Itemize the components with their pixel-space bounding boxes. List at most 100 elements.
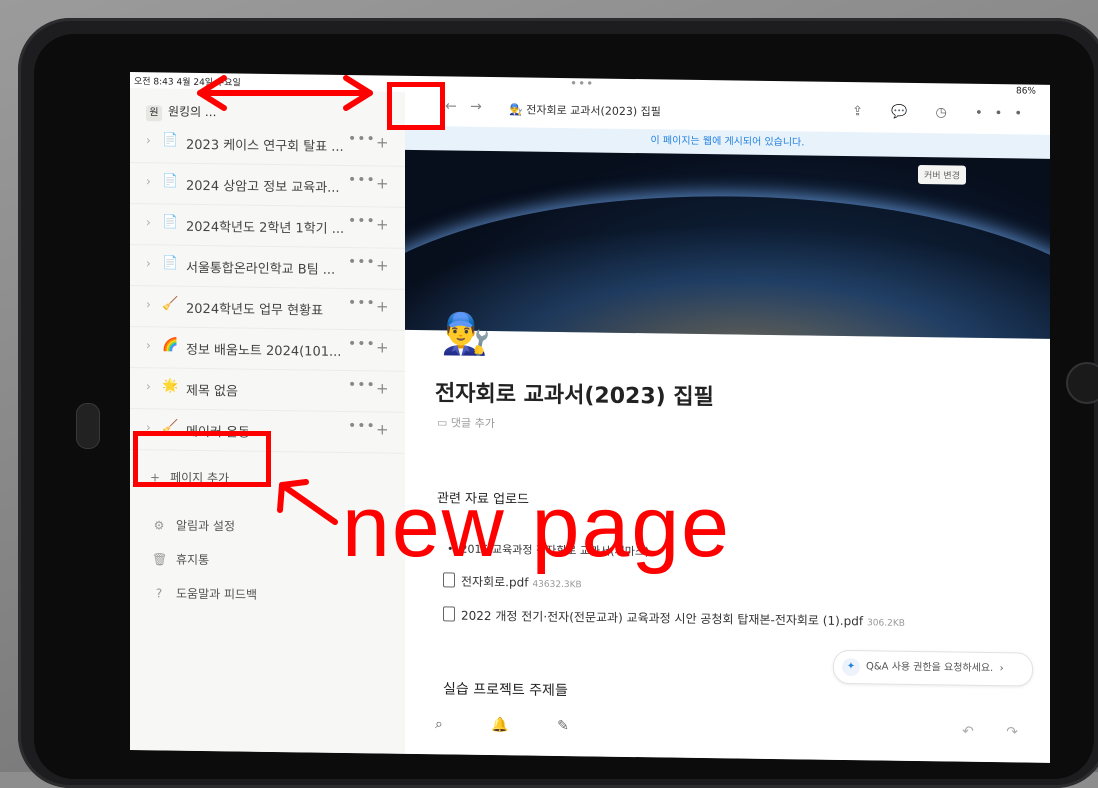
breadcrumb[interactable]: 👨‍🔧 전자회로 교과서(2023) 집필: [509, 101, 661, 119]
sidebar-page-item[interactable]: › 🌈 정보 배움노트 2024(101... ••• +: [130, 327, 405, 372]
chevron-right-icon[interactable]: ›: [146, 420, 151, 434]
file-attachment[interactable]: 전자회로.pdf 43632.3KB: [443, 572, 582, 591]
add-page-button[interactable]: + 페이지 추가: [150, 468, 229, 486]
page-icon: 📄: [162, 255, 179, 271]
sidebar-page-label: 정보 배움노트 2024(101...: [186, 342, 342, 360]
page-icon: 📄: [162, 132, 179, 148]
qa-label: Q&A 사용 권한을 요청하세요.: [866, 661, 994, 675]
more-icon[interactable]: •••: [348, 213, 376, 229]
section-heading[interactable]: 관련 자료 업로드: [437, 487, 529, 507]
add-subpage-icon[interactable]: +: [376, 420, 389, 438]
sidebar-page-item[interactable]: › 📄 2024 상암고 정보 교육과... ••• +: [130, 163, 405, 208]
add-subpage-icon[interactable]: +: [376, 133, 389, 151]
more-icon[interactable]: •••: [348, 377, 376, 393]
chevron-right-icon[interactable]: ›: [146, 256, 151, 270]
sidebar-page-item[interactable]: › 🌟 제목 없음 ••• +: [130, 368, 405, 413]
sidebar-page-label: 메이커 운동: [186, 424, 250, 441]
chevron-right-icon: ›: [993, 663, 1004, 675]
sidebar-page-label: 2024학년도 업무 현황표: [186, 301, 324, 319]
forward-arrow-icon[interactable]: →: [470, 99, 482, 115]
sidebar-page-item[interactable]: › 📄 서울통합온라인학교 B팀 ... ••• +: [130, 245, 405, 290]
add-subpage-icon[interactable]: +: [376, 174, 389, 192]
page-icon: 📄: [162, 214, 179, 230]
toolbar-actions[interactable]: ⇪ 💬 ◷ •••: [852, 104, 1034, 122]
sidebar: 원 원킹의 ... › 📄 2023 케이스 연구회 탈표 ... ••• + ›…: [130, 88, 405, 754]
more-icon[interactable]: •••: [348, 418, 376, 434]
add-subpage-icon[interactable]: +: [376, 215, 389, 233]
sparkle-icon: ✦: [842, 657, 860, 677]
sidebar-page-label: 2023 케이스 연구회 탈표 ...: [186, 137, 344, 155]
help-icon: ?: [155, 586, 163, 601]
plus-icon: +: [150, 470, 161, 485]
settings-label: 알림과 설정: [176, 518, 236, 534]
add-subpage-icon[interactable]: +: [376, 379, 389, 397]
add-subpage-icon[interactable]: +: [376, 297, 389, 315]
main-content: ← → 👨‍🔧 전자회로 교과서(2023) 집필 ⇪ 💬 ◷ ••• 이 페이…: [405, 91, 1050, 763]
add-subpage-icon[interactable]: +: [376, 256, 389, 274]
section-heading[interactable]: 실습 프로젝트 주제들: [443, 678, 568, 700]
help-link[interactable]: ? 도움말과 피드백: [152, 584, 257, 602]
trash-icon: 🗑: [152, 552, 168, 567]
gear-icon: ⚙: [153, 518, 165, 533]
more-icon[interactable]: •••: [348, 172, 376, 188]
qa-permission-button[interactable]: ✦ Q&A 사용 권한을 요청하세요. ›: [833, 649, 1033, 687]
multitask-handle[interactable]: •••: [570, 76, 594, 90]
battery-status: 86%: [1015, 86, 1036, 97]
bullet-text: 2015 교육과정 전자회로 교과서(씨마스): [460, 542, 650, 559]
trash-label: 휴지통: [176, 552, 210, 568]
page-emoji-icon[interactable]: 👨‍🔧: [441, 310, 491, 358]
sidebar-page-item[interactable]: › 📄 2023 케이스 연구회 탈표 ... ••• +: [130, 122, 405, 167]
cover-image: 커버 변경: [405, 149, 1050, 339]
comment-icon: ▭: [437, 416, 451, 430]
chevron-right-icon[interactable]: ›: [146, 215, 151, 229]
sidebar-page-label: 서울통합온라인학교 B팀 ...: [186, 260, 336, 278]
trash-link[interactable]: 🗑 휴지통: [152, 550, 209, 568]
chevron-right-icon[interactable]: ›: [146, 133, 151, 147]
star-icon: 🌟: [162, 378, 179, 394]
sidebar-page-item[interactable]: › 🧹 메이커 운동 ••• +: [130, 409, 405, 454]
sidebar-page-label: 2024 상암고 정보 교육과...: [186, 178, 340, 196]
change-cover-button[interactable]: 커버 변경: [918, 165, 966, 185]
undo-redo-icons[interactable]: ↶ ↷: [962, 724, 1032, 741]
add-comment-label: 댓글 추가: [450, 416, 495, 431]
case-button: [76, 403, 100, 449]
back-arrow-icon[interactable]: ←: [445, 98, 457, 114]
more-icon[interactable]: •••: [348, 295, 376, 311]
sidebar-page-item[interactable]: › 🧹 2024학년도 업무 현황표 ••• +: [130, 286, 405, 331]
status-time: 오전 8:43 4월 24일 수요일: [134, 77, 241, 89]
bullet-item[interactable]: • 2015 교육과정 전자회로 교과서(씨마스): [447, 540, 649, 559]
broom-icon: 🧹: [162, 296, 179, 312]
file-icon: [443, 606, 455, 622]
file-size: 43632.3KB: [532, 579, 582, 591]
chevron-right-icon[interactable]: ›: [146, 174, 151, 188]
file-name: 2022 개정 전기·전자(전문교과) 교육과정 시안 공청회 탑재본-전자회로…: [461, 608, 864, 629]
file-name: 전자회로.pdf: [461, 574, 529, 590]
page-icon: 📄: [162, 173, 179, 189]
page-title[interactable]: 전자회로 교과서(2023) 집필: [435, 375, 714, 411]
file-attachment[interactable]: 2022 개정 전기·전자(전문교과) 교육과정 시안 공청회 탑재본-전자회로…: [443, 606, 905, 629]
workspace-switcher[interactable]: 원 원킹의 ...: [146, 102, 216, 122]
chevron-right-icon[interactable]: ›: [146, 379, 151, 393]
earth-horizon: [405, 191, 1050, 339]
add-subpage-icon[interactable]: +: [376, 338, 389, 356]
settings-link[interactable]: ⚙ 알림과 설정: [152, 516, 235, 534]
chevron-right-icon[interactable]: ›: [146, 297, 151, 311]
bottom-toolbar: ⌕ 🔔 ✎ ↶ ↷: [405, 710, 1050, 749]
workspace-name: 원킹의 ...: [168, 104, 217, 120]
sidebar-page-item[interactable]: › 📄 2024학년도 2학년 1학기 ... ••• +: [130, 204, 405, 249]
add-comment-button[interactable]: ▭ 댓글 추가: [437, 414, 495, 431]
chevron-right-icon[interactable]: ›: [146, 338, 151, 352]
mechanic-icon: 👨‍🔧: [509, 103, 523, 117]
sidebar-page-label: 2024학년도 2학년 1학기 ...: [186, 219, 345, 237]
workspace-badge: 원: [146, 105, 162, 122]
page-tree: › 📄 2023 케이스 연구회 탈표 ... ••• + › 📄 2024 상…: [130, 122, 405, 454]
more-icon[interactable]: •••: [348, 336, 376, 352]
ipad-screen: 오전 8:43 4월 24일 수요일 ••• 86% 원 원킹의 ... › 📄 …: [130, 72, 1050, 763]
file-icon: [443, 572, 455, 588]
nav-arrows: ← →: [445, 98, 482, 115]
more-icon[interactable]: •••: [348, 131, 376, 147]
help-label: 도움말과 피드백: [176, 586, 258, 602]
sidebar-page-label: 제목 없음: [186, 383, 238, 400]
bottom-left-tools[interactable]: ⌕ 🔔 ✎: [435, 716, 591, 734]
more-icon[interactable]: •••: [348, 254, 376, 270]
